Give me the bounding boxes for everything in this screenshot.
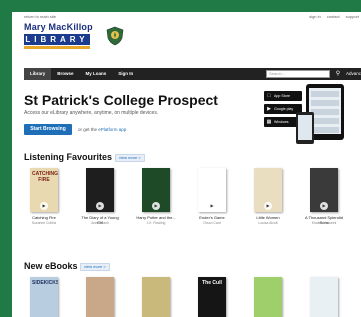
signin-link[interactable]: sign in bbox=[309, 14, 321, 19]
contact-link[interactable]: contact bbox=[327, 14, 340, 19]
search-input[interactable]: Search... bbox=[266, 70, 330, 78]
utility-links: sign in contact support bbox=[309, 14, 359, 19]
nav-browse[interactable]: Browse bbox=[51, 68, 79, 80]
logo-underline bbox=[24, 46, 90, 49]
book-cover[interactable]: SIDEKICKS bbox=[30, 277, 58, 317]
audio-play-icon[interactable]: ▶ bbox=[264, 202, 272, 210]
play-icon: ▶ bbox=[267, 106, 271, 112]
page-title: St Patrick's College Prospect bbox=[24, 92, 218, 108]
book-cover[interactable] bbox=[142, 277, 170, 317]
nav-sign-in[interactable]: Sign In bbox=[112, 68, 139, 80]
support-link[interactable]: support bbox=[346, 14, 359, 19]
audio-play-icon[interactable]: ▶ bbox=[96, 202, 104, 210]
search-icon[interactable]: ⚲ bbox=[334, 70, 342, 78]
book-author: Suzanne Collins bbox=[31, 221, 57, 225]
listening-view-more-button[interactable]: view more > bbox=[115, 154, 145, 162]
listening-shelf: CATCHING FIRE ▶ Catching Fire Suzanne Colli… bbox=[24, 168, 361, 234]
app-prompt-text: or get the bbox=[78, 127, 98, 132]
logo-library: LIBRARY bbox=[24, 34, 90, 45]
audio-play-icon[interactable]: ▶ bbox=[320, 202, 328, 210]
book-author: J.K. Rowling bbox=[146, 221, 166, 225]
google-play-label: Google play bbox=[274, 107, 294, 111]
page-subtitle: Access our eLibrary anywhere, anytime, o… bbox=[24, 110, 159, 116]
book-cover[interactable]: CATCHING FIRE ▶ bbox=[30, 168, 58, 212]
phone-screen bbox=[298, 115, 312, 140]
ebooks-shelf: SIDEKICKS The Cull bbox=[24, 277, 361, 317]
school-crest-icon bbox=[106, 26, 124, 46]
nav-my-loans[interactable]: My Loans bbox=[80, 68, 113, 80]
page-frame: return to main site sign in contact supp… bbox=[12, 12, 361, 317]
cover-text: SIDEKICKS bbox=[32, 280, 58, 286]
listening-title: Listening Favourites bbox=[24, 152, 113, 162]
library-logo[interactable]: Mary MacKillop LIBRARY bbox=[24, 22, 100, 62]
book-cover[interactable] bbox=[254, 277, 282, 317]
app-link[interactable]: ePlatform app bbox=[98, 127, 126, 132]
app-prompt: or get the ePlatform app bbox=[78, 127, 126, 132]
book-author: Louisa Alcott bbox=[258, 221, 278, 225]
utility-bar: return to main site sign in contact supp… bbox=[12, 12, 361, 21]
cover-text: The Cull bbox=[202, 280, 222, 286]
windows-label: Windows bbox=[274, 120, 289, 124]
ebooks-title: New eBooks bbox=[24, 261, 78, 271]
book-author: Orson Card bbox=[203, 221, 221, 225]
book-cover[interactable]: The Cull bbox=[198, 277, 226, 317]
book-cover[interactable] bbox=[86, 277, 114, 317]
app-store-label: App Store bbox=[274, 94, 290, 98]
main-nav: Library Browse My Loans Sign In Search..… bbox=[24, 68, 361, 80]
audio-play-icon[interactable]: ▶ bbox=[152, 202, 160, 210]
advanced-search-link[interactable]: Advanced bbox=[346, 68, 361, 80]
return-link[interactable]: return to main site bbox=[24, 14, 56, 19]
book-author: Khaled Hosseini bbox=[311, 221, 337, 225]
audio-play-icon[interactable]: ▶ bbox=[40, 202, 48, 210]
start-browsing-button[interactable]: Start Browsing bbox=[24, 124, 72, 135]
ebooks-view-more-button[interactable]: view more > bbox=[80, 263, 110, 271]
book-cover[interactable]: ▶ bbox=[254, 168, 282, 212]
windows-icon: ▦ bbox=[266, 119, 272, 125]
book-cover[interactable]: ▶ bbox=[198, 168, 226, 212]
audio-play-icon[interactable]: ▶ bbox=[208, 202, 216, 210]
app-store-badge[interactable]: App Store bbox=[264, 91, 302, 101]
book-cover[interactable] bbox=[310, 277, 338, 317]
logo-name: Mary MacKillop bbox=[24, 22, 93, 32]
book-author: Anne Frank bbox=[91, 221, 109, 225]
book-cover[interactable]: ▶ bbox=[142, 168, 170, 212]
book-cover[interactable]: ▶ bbox=[86, 168, 114, 212]
cover-text: CATCHING FIRE bbox=[32, 171, 58, 183]
nav-library[interactable]: Library bbox=[24, 68, 52, 80]
book-cover[interactable]: ▶ bbox=[310, 168, 338, 212]
apple-icon:  bbox=[266, 93, 272, 99]
phone-illustration bbox=[296, 112, 314, 144]
